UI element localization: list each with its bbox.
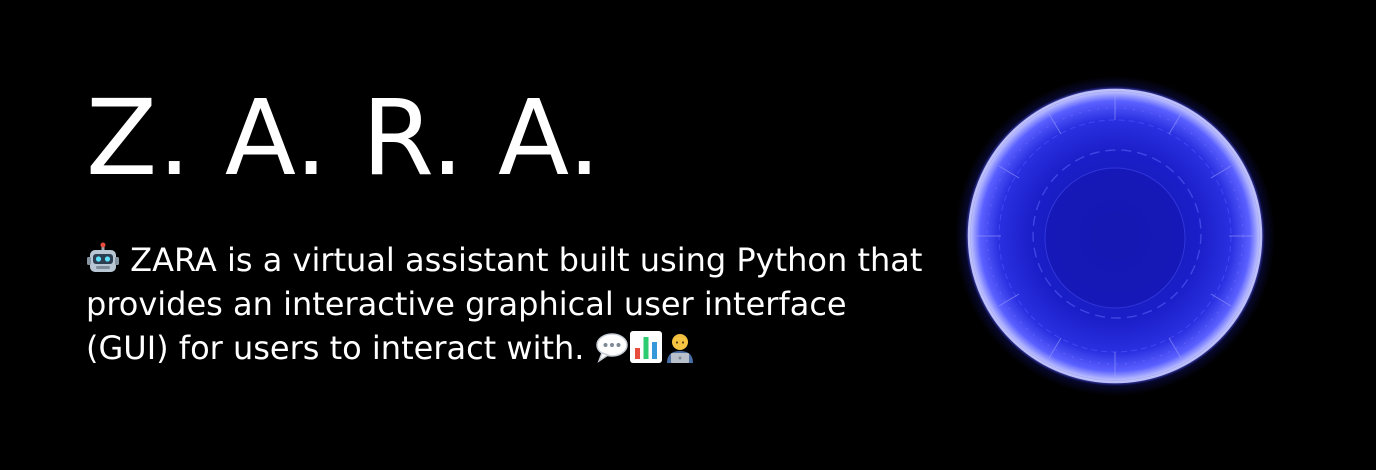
technologist-icon [663,330,697,364]
project-description: ZARA is a virtual assistant built using … [86,238,926,370]
project-title: Z. A. R. A. [86,77,602,199]
robot-icon [86,242,120,276]
description-first-line: ZARA is a virtual assistant built using [130,241,727,279]
bar-chart-icon [629,330,663,364]
speech-bubble-icon [595,330,629,364]
orb-icon [955,76,1275,396]
readme-banner: Z. A. R. A. ZARA is a virtual assistant … [0,0,1376,470]
glowing-orb-animation [955,76,1275,396]
